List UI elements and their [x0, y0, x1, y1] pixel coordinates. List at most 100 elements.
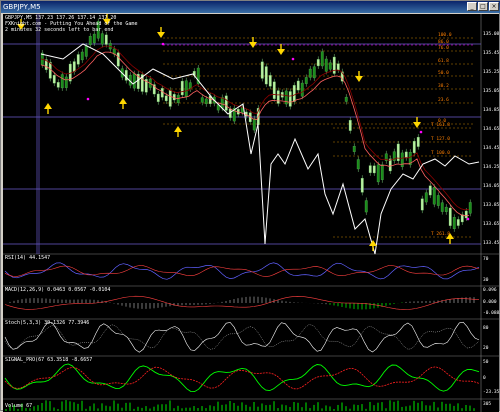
candle-up — [464, 210, 468, 219]
window-titlebar[interactable]: GBPJPY,M5 _ □ × — [1, 1, 500, 13]
candle-down — [204, 98, 208, 104]
price-axis-tick: 135.25 — [483, 70, 500, 75]
candle-up — [292, 85, 296, 102]
macd-axis-zero: 0.000 — [483, 300, 497, 305]
candle-up — [336, 63, 340, 71]
signal-arrow — [369, 240, 377, 246]
candle-down — [320, 51, 324, 67]
candle-down — [380, 164, 384, 180]
candle-down — [440, 202, 444, 212]
candle-down — [300, 82, 304, 97]
fib-level-label: 23.6 — [438, 98, 449, 103]
candle-down — [432, 187, 436, 205]
macd-axis-top: 0.096 — [483, 288, 497, 293]
fib-level-label: 50.0 — [438, 71, 449, 76]
signal-pro-label: SIGNAL_PRO(67 63.3518 -8.6657 — [5, 357, 93, 363]
candle-down — [324, 58, 328, 72]
price-pane — [3, 14, 499, 412]
price-axis-tick: 134.25 — [483, 165, 500, 170]
candle-down — [452, 217, 456, 230]
candle-up — [404, 151, 408, 158]
candle-down — [92, 33, 96, 44]
stochastic-line — [4, 321, 480, 353]
signal-axis-50: 50 — [483, 360, 489, 365]
signal-dot — [161, 42, 165, 46]
candle-up — [272, 81, 276, 99]
price-axis-tick: 134.45 — [483, 146, 500, 151]
signal-axis-bottom: -23.3574 — [483, 390, 500, 395]
candle-down — [444, 206, 448, 212]
candle-up — [76, 54, 80, 65]
signal-arrow — [355, 76, 363, 82]
signal-arrow — [157, 32, 165, 38]
macd-label: MACD(12,26,9) 0.0463 0.0567 -0.0104 — [5, 287, 111, 293]
chart-area[interactable]: GBPJPY,M5 137.23 137.26 137.14 137.20 FX… — [3, 14, 500, 412]
candle-up — [448, 207, 452, 226]
rsi-signal-line — [4, 265, 480, 277]
maximize-button[interactable]: □ — [478, 2, 488, 11]
signal-arrow — [174, 126, 182, 132]
price-axis-tick: 133.65 — [483, 222, 500, 227]
chart-window: GBPJPY,M5 _ □ × GBPJPY,M5 137.23 137.26 … — [0, 0, 500, 412]
price-axis-tick: 134.05 — [483, 184, 500, 189]
fib-level-label: 38.2 — [438, 84, 449, 89]
signal-arrow — [413, 122, 421, 128]
candle-down — [80, 51, 84, 61]
candle-down — [100, 33, 104, 45]
price-axis-tick: 135.45 — [483, 51, 500, 56]
price-axis-tick: 134.65 — [483, 127, 500, 132]
candle-up — [288, 91, 292, 107]
candle-up — [156, 93, 160, 102]
candle-up — [296, 80, 300, 91]
candle-up — [372, 165, 376, 174]
close-button[interactable]: × — [489, 2, 499, 11]
fib-level-label: 61.8 — [438, 59, 449, 64]
candle-up — [456, 219, 460, 226]
stochastic-signal-line — [4, 324, 480, 350]
candle-down — [200, 97, 204, 103]
volume-axis: 305 — [483, 402, 492, 407]
candle-up — [124, 70, 128, 81]
rsi-axis-30: 30 — [483, 278, 489, 283]
fib-level-label: 86.0 — [438, 40, 449, 45]
fib-level-label: 100.0 — [438, 33, 452, 38]
macd-axis-bottom: -0.0882 — [483, 311, 500, 316]
candle-up — [420, 198, 424, 211]
rsi-axis-70: 70 — [483, 257, 489, 262]
candle-up — [72, 61, 76, 72]
candle-down — [184, 80, 188, 98]
fib-level-label: T 161.8 — [431, 123, 450, 128]
candle-up — [368, 165, 372, 173]
signal-dot — [466, 217, 470, 221]
moving-average-slow — [40, 51, 470, 217]
candle-down — [252, 118, 256, 131]
candle-down — [328, 62, 332, 70]
price-axis-tick: 134.85 — [483, 108, 500, 113]
price-axis-tick: 133.45 — [483, 241, 500, 246]
candle-down — [312, 66, 316, 79]
signal-arrow — [44, 103, 52, 109]
candle-down — [220, 97, 224, 109]
price-axis-tick: 133.85 — [483, 203, 500, 208]
candle-up — [52, 75, 56, 84]
candle-down — [376, 164, 380, 183]
candle-up — [56, 82, 60, 88]
stoch-axis-80: 80 — [483, 326, 489, 331]
candle-down — [88, 36, 92, 46]
candle-up — [180, 80, 184, 96]
candle-up — [268, 75, 272, 87]
candle-down — [240, 107, 244, 113]
stoch-label: Stoch(5,3,3) 39.1326 77.3946 — [5, 320, 90, 326]
candle-down — [132, 73, 136, 89]
rsi-label: RSI(14) 44.1547 — [5, 255, 51, 261]
bar-timer: 2 minutes 32 seconds left to bar end — [5, 27, 114, 33]
candle-up — [412, 140, 416, 154]
candle-down — [424, 192, 428, 203]
candle-up — [332, 56, 336, 74]
candle-down — [308, 68, 312, 78]
candle-up — [160, 88, 164, 98]
price-axis-tick: 135.05 — [483, 89, 500, 94]
candle-up — [416, 136, 420, 147]
candle-down — [84, 46, 88, 57]
minimize-button[interactable]: _ — [467, 2, 477, 11]
